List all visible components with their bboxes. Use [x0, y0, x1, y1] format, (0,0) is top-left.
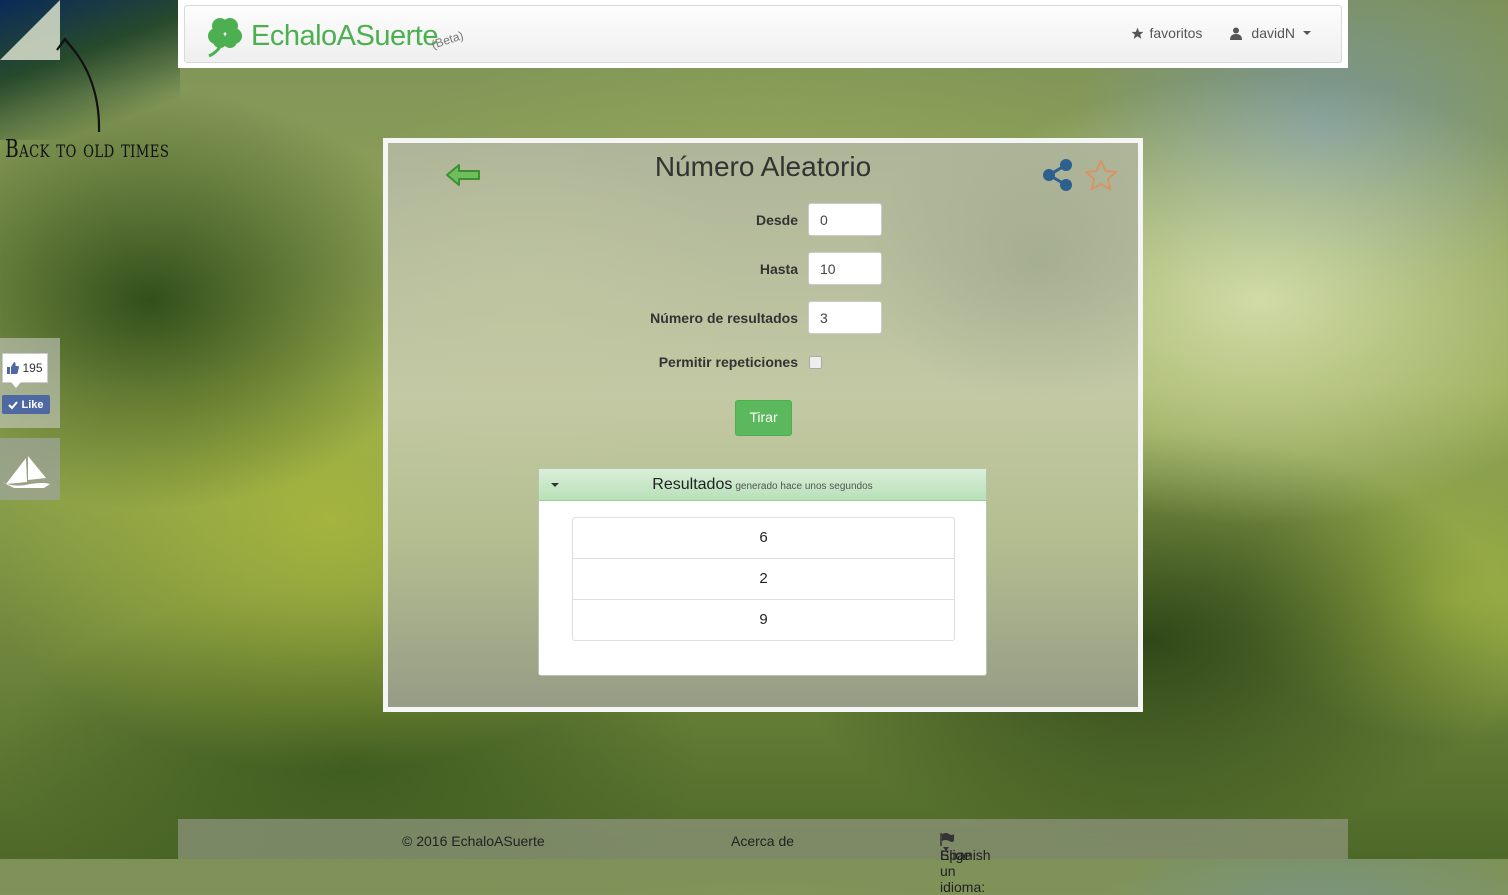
about-link[interactable]: Acerca de [731, 833, 794, 849]
desde-input[interactable] [808, 203, 882, 236]
repeat-label: Permitir repeticiones [658, 354, 798, 370]
navbar-inner: EchaloASuerte (Beta) favoritos davidN [184, 5, 1342, 63]
form-row-desde: Desde [388, 203, 882, 236]
list-item: 6 [759, 529, 768, 546]
user-icon [1230, 27, 1243, 40]
results-list: 6 2 9 [572, 517, 955, 641]
nav-right: favoritos davidN [1131, 25, 1311, 41]
brand-name: EchaloASuerte [251, 19, 438, 52]
chevron-down-icon [1303, 31, 1311, 35]
tirar-button[interactable]: Tirar [735, 400, 792, 436]
flag-icon [940, 833, 954, 846]
check-icon [8, 400, 19, 409]
results-panel: Resultados generado hace unos segundos 6 … [538, 468, 987, 676]
form-row-hasta: Hasta [388, 252, 882, 285]
hasta-input[interactable] [808, 252, 882, 285]
num-results-label: Número de resultados [650, 309, 798, 326]
ship-widget[interactable] [0, 438, 60, 500]
favorites-link[interactable]: favoritos [1131, 25, 1202, 41]
like-count: 195 [22, 361, 43, 375]
results-title: Resultados [652, 476, 733, 493]
thumbs-up-icon [7, 362, 20, 374]
facebook-like-widget: 195 Like [0, 338, 60, 428]
user-name: davidN [1251, 25, 1295, 41]
page-curl[interactable] [0, 0, 60, 60]
repeat-checkbox[interactable] [809, 355, 822, 369]
navbar: EchaloASuerte (Beta) favoritos davidN [178, 0, 1348, 68]
results-subtitle: generado hace unos segundos [735, 481, 873, 492]
share-icon[interactable] [1041, 158, 1075, 192]
ship-icon [2, 456, 50, 488]
list-item: 9 [573, 599, 954, 640]
star-icon [1132, 27, 1144, 39]
collapse-toggle-icon[interactable] [551, 483, 559, 487]
brand-logo[interactable]: EchaloASuerte [203, 14, 438, 58]
like-button[interactable]: Like [2, 395, 50, 414]
desde-label: Desde [755, 211, 798, 228]
hasta-label: Hasta [759, 260, 798, 277]
panel-body: Número Aleatorio Desde Hasta Número de r… [388, 143, 1138, 707]
like-label: Like [21, 398, 44, 411]
favorites-label: favoritos [1149, 25, 1203, 41]
main-panel: Número Aleatorio Desde Hasta Número de r… [383, 138, 1143, 712]
chevron-down-icon [943, 847, 949, 851]
page-title: Número Aleatorio [654, 151, 872, 182]
favorite-star-icon[interactable] [1083, 158, 1119, 194]
back-to-old-times-link[interactable]: Back to old times [5, 135, 169, 163]
like-count-bubble: 195 [2, 353, 48, 388]
form-row-repeat: Permitir repeticiones [388, 354, 822, 370]
footer: © 2016 EchaloASuerte Acerca de Elige un … [178, 819, 1348, 895]
footer-copyright: © 2016 EchaloASuerte [402, 833, 545, 849]
num-results-input[interactable] [808, 301, 882, 334]
curved-arrow-icon [56, 37, 101, 133]
form-row-num-results: Número de resultados [388, 301, 882, 334]
results-header: Resultados generado hace unos segundos [539, 469, 986, 501]
language-selector[interactable]: Elige un idioma: Spanish [940, 833, 991, 895]
clover-icon [208, 18, 242, 58]
user-menu[interactable]: davidN [1230, 25, 1311, 41]
list-item: 2 [573, 558, 954, 599]
